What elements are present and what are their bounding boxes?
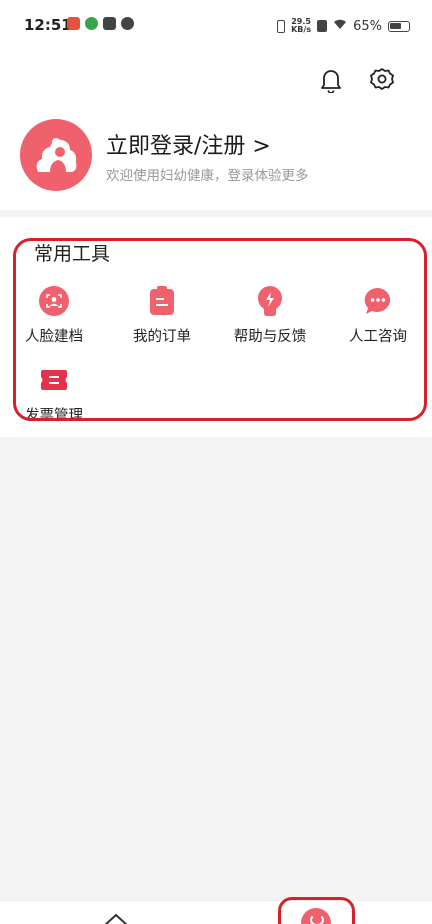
bottom-tab-bar [0, 900, 432, 924]
battery-icon [388, 20, 410, 32]
face-scan-icon [38, 285, 70, 317]
wifi-icon [333, 18, 347, 34]
notification-app-icon [121, 17, 134, 30]
bell-icon[interactable] [317, 66, 345, 94]
tool-label: 人工咨询 [349, 329, 407, 345]
order-icon [146, 285, 178, 317]
sim-off-icon [317, 20, 328, 32]
status-time: 12:51 [24, 16, 72, 34]
home-tab-icon[interactable] [103, 913, 129, 924]
status-bar: 12:51 29.5 KB/s 65% [0, 0, 432, 52]
notification-app-icon [85, 17, 98, 30]
invoice-icon [38, 364, 70, 396]
status-indicators: 29.5 KB/s 65% [277, 16, 410, 36]
mother-child-logo-icon [36, 138, 77, 172]
battery-percent: 65% [353, 18, 382, 34]
notification-app-icon [67, 17, 80, 30]
tool-manual-consult[interactable]: 人工咨询 [328, 285, 428, 347]
tool-help-feedback[interactable]: 帮助与反馈 [220, 285, 320, 347]
tool-label: 发票管理 [25, 408, 83, 424]
tool-label: 我的订单 [133, 329, 191, 345]
tool-face-archive[interactable]: 人脸建档 [4, 285, 104, 347]
lightning-icon [254, 285, 286, 317]
vibrate-icon [277, 19, 286, 33]
chat-icon [362, 285, 394, 317]
gear-icon[interactable] [368, 66, 396, 94]
profile-tab-icon[interactable] [301, 908, 331, 924]
tool-label: 帮助与反馈 [233, 329, 307, 345]
section-title: 常用工具 [34, 243, 111, 265]
tool-invoice-management[interactable]: 发票管理 [4, 364, 104, 426]
net-speed: 29.5 KB/s [291, 18, 311, 34]
profile-header: 立即登录/注册 > 欢迎使用妇幼健康，登录体验更多 [0, 52, 432, 210]
net-speed-unit: KB/s [291, 25, 312, 34]
common-tools-section: 常用工具 人脸建档 我的订单 帮助与反馈 人工咨询 发票管理 [0, 217, 432, 437]
login-subtitle: 欢迎使用妇幼健康，登录体验更多 [106, 168, 309, 184]
notification-app-icon [103, 17, 116, 30]
tool-label: 人脸建档 [25, 329, 83, 345]
avatar[interactable] [20, 119, 92, 191]
tool-my-orders[interactable]: 我的订单 [112, 285, 212, 347]
login-register-link[interactable]: 立即登录/注册 > [106, 128, 271, 160]
